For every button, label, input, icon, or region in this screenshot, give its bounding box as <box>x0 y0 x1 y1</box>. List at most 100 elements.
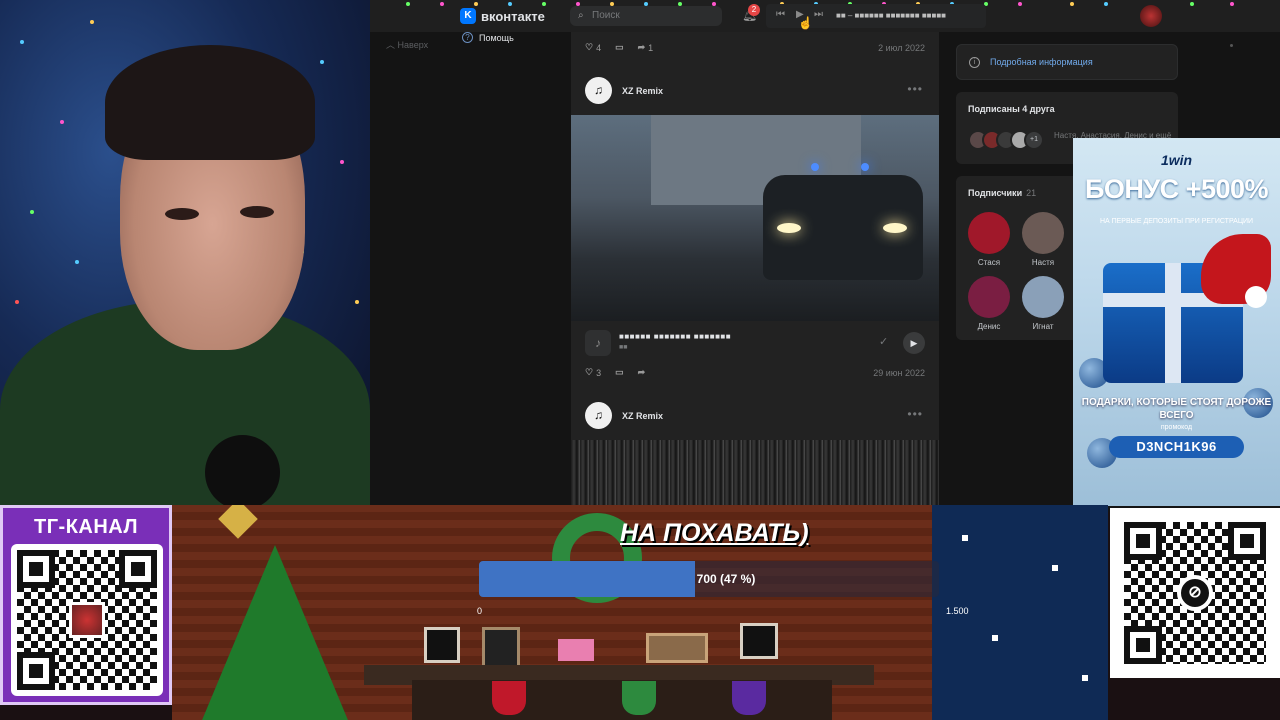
post-author[interactable]: XZ Remix <box>622 411 663 421</box>
ad-promo-code: D3NCH1K96 <box>1109 436 1244 458</box>
avatar <box>968 212 1010 254</box>
siren-light <box>861 163 869 171</box>
stocking <box>732 681 766 715</box>
left-eye <box>165 208 199 220</box>
qr-logo-icon: ⊘ <box>1177 575 1213 611</box>
snowflake <box>962 535 968 541</box>
goal-title: НА ПОХАВАТЬ) <box>620 519 809 547</box>
post-photo[interactable] <box>571 115 939 321</box>
subscriber-item[interactable]: Денис <box>966 276 1012 331</box>
subscriber-item[interactable]: Настя <box>1020 212 1066 267</box>
user-avatar[interactable] <box>1140 5 1162 27</box>
stream-screen: K вконтакте ⌕ Поиск 🔔︎ 2 ⏮ ▶ ⏭ ■■ – ■■■■… <box>0 0 1280 720</box>
next-track-icon[interactable]: ⏭ <box>814 9 823 20</box>
friends-avatars: +1 <box>968 130 1044 150</box>
vk-logo-text: вконтакте <box>481 8 545 24</box>
christmas-tree <box>200 545 350 720</box>
comment-button[interactable]: ▭ <box>615 367 624 378</box>
ad-promo-label: промокод <box>1160 424 1193 431</box>
subscribers-count: 21 <box>1026 188 1037 198</box>
stocking <box>622 681 656 715</box>
like-button[interactable]: ♡ 4 <box>585 42 601 53</box>
telegram-panel: ТГ-КАНАЛ <box>0 505 172 705</box>
post-date: 29 июн 2022 <box>873 368 925 378</box>
qr-finder <box>1228 522 1266 560</box>
snowflake <box>1082 675 1088 681</box>
qr-finder <box>1124 522 1162 560</box>
details-button[interactable]: i Подробная информация <box>956 44 1178 80</box>
qr-center-photo <box>69 602 105 638</box>
comment-icon: ▭ <box>615 42 624 52</box>
pixel-scene: НА ПОХАВАТЬ) 700 (47 %) 0 1.500 <box>172 505 1108 720</box>
scroll-to-top[interactable]: ︿ Наверх <box>386 38 428 51</box>
webcam-feed <box>0 0 370 505</box>
more-friends-badge: +1 <box>1024 130 1044 150</box>
vk-logo[interactable]: K вконтакте <box>460 8 545 24</box>
search-input[interactable]: ⌕ Поиск <box>570 6 722 26</box>
heart-icon: ♡ <box>585 367 594 377</box>
post-date: 2 июл 2022 <box>878 43 925 53</box>
post-author[interactable]: XZ Remix <box>622 86 663 96</box>
share-count: 1 <box>648 42 654 53</box>
more-options-icon[interactable]: ••• <box>907 407 923 421</box>
avatar <box>1022 276 1064 318</box>
audio-attachment[interactable]: ♪ ■■■■■■ ■■■■■■■ ■■■■■■■ ■■ ✓ ▶ <box>585 330 925 358</box>
microphone <box>205 435 280 505</box>
like-button[interactable]: ♡ 3 <box>585 367 601 378</box>
telegram-qr-code <box>11 544 163 696</box>
photo-frame <box>424 627 460 663</box>
ad-brand: 1win <box>1160 152 1193 168</box>
share-icon: ➦ <box>637 42 646 52</box>
post-actions: ♡ 4 ▭ ➦ 1 <box>585 42 653 53</box>
search-icon: ⌕ <box>578 10 584 21</box>
audio-title: ■■■■■■ ■■■■■■■ ■■■■■■■ <box>619 332 732 341</box>
help-icon: ? <box>462 32 473 43</box>
share-button[interactable]: ➦ <box>638 367 646 378</box>
post-header[interactable]: ♫ XZ Remix <box>585 77 663 104</box>
friends-title: Подписаны 4 друга <box>968 104 1055 114</box>
gift-ribbon <box>1165 263 1181 383</box>
info-icon: i <box>969 56 980 68</box>
subscribers-title[interactable]: Подписчики 21 <box>968 188 1036 198</box>
share-button[interactable]: ➦ 1 <box>638 42 654 53</box>
ad-headline: БОНУС +500% <box>1084 174 1269 204</box>
siren-light <box>811 163 819 171</box>
subscriber-name: Настя <box>1031 258 1055 267</box>
check-icon[interactable]: ✓ <box>879 335 888 348</box>
person-hair <box>105 45 315 160</box>
vk-header: K вконтакте ⌕ Поиск 🔔︎ 2 ⏮ ▶ ⏭ ■■ – ■■■■… <box>370 0 1280 32</box>
goal-min: 0 <box>477 606 483 616</box>
more-options-icon[interactable]: ••• <box>907 82 923 96</box>
photo-frame <box>740 623 778 659</box>
right-eye <box>240 206 274 218</box>
previous-track-icon[interactable]: ⏮ <box>776 9 785 20</box>
subscriber-name: Денис <box>977 322 1001 331</box>
comment-button[interactable]: ▭ <box>615 42 624 53</box>
wooden-box <box>646 633 708 663</box>
chevron-up-icon: ︿ <box>386 40 396 50</box>
qr-finder <box>17 550 55 588</box>
ad-gifts-text: ПОДАРКИ, КОТОРЫЕ СТОЯТ ДОРОЖЕ ВСЕГО <box>1081 397 1272 421</box>
scroll-indicator <box>1230 44 1233 47</box>
headlight <box>883 223 907 233</box>
comment-icon: ▭ <box>615 367 624 377</box>
avatar <box>1022 212 1064 254</box>
details-label: Подробная информация <box>990 57 1093 67</box>
avatar <box>968 276 1010 318</box>
help-link[interactable]: ? Помощь <box>462 32 514 43</box>
subscriber-item[interactable]: Стася <box>966 212 1012 267</box>
stocking <box>492 681 526 715</box>
post-header[interactable]: ♫ XZ Remix <box>585 402 663 429</box>
play-button[interactable]: ▶ <box>903 332 925 354</box>
santa-hat <box>1201 234 1271 308</box>
heart-icon: ♡ <box>585 42 594 52</box>
qr-finder <box>17 652 55 690</box>
share-icon: ➦ <box>637 367 646 377</box>
subscriber-item[interactable]: Игнат <box>1020 276 1066 331</box>
post-photo[interactable] <box>571 440 939 512</box>
headlight <box>777 223 801 233</box>
subscribers-label: Подписчики <box>968 188 1023 198</box>
music-note-icon: ♫ <box>585 402 612 429</box>
notification-badge: 2 <box>748 4 760 16</box>
goal-progress-bar: 700 (47 %) <box>479 561 939 597</box>
